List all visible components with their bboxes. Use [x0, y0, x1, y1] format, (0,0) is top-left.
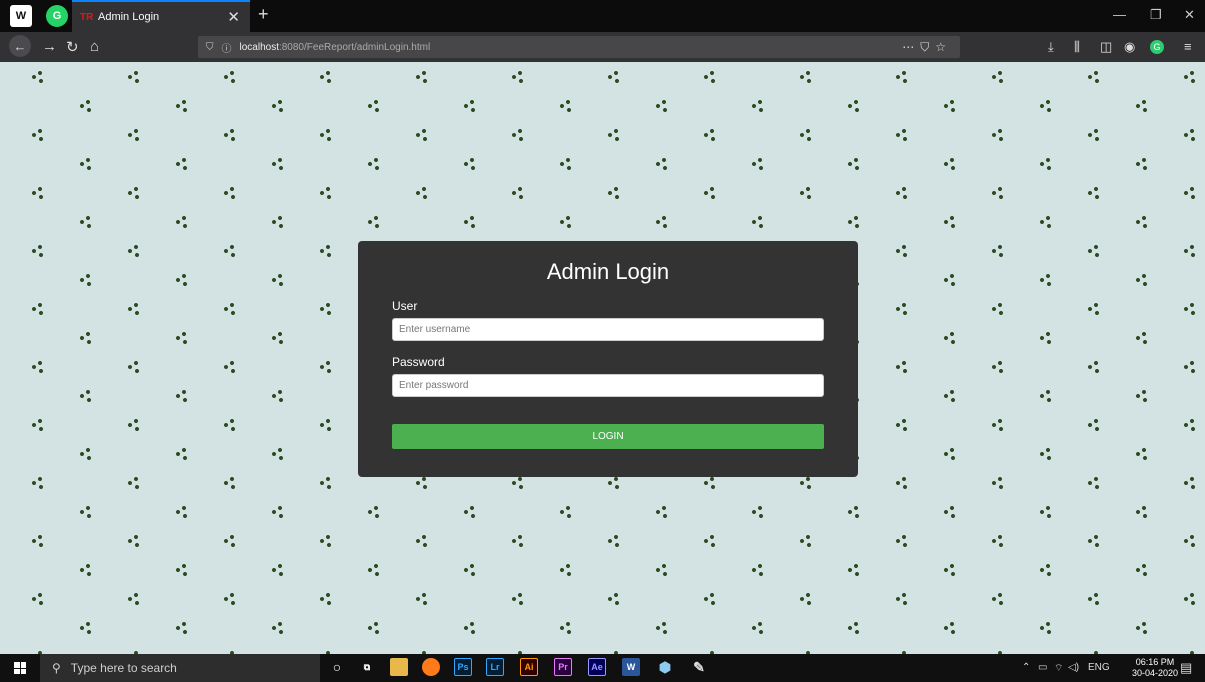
page-background: Admin Login User Password LOGIN	[0, 62, 1205, 654]
windows-start-icon[interactable]	[14, 662, 26, 674]
search-placeholder: Type here to search	[70, 661, 177, 675]
url-path: :8080/FeeReport/adminLogin.html	[278, 41, 431, 53]
system-clock[interactable]: 06:16 PM 30-04-2020	[1132, 657, 1178, 679]
word-icon[interactable]: W	[622, 658, 640, 676]
url-bar[interactable]: ⛉ ⓘ localhost :8080/FeeReport/adminLogin…	[198, 36, 960, 58]
extension-icon[interactable]: G	[1150, 40, 1164, 54]
login-card: Admin Login User Password LOGIN	[358, 241, 858, 477]
volume-icon[interactable]: ◁)	[1068, 662, 1079, 673]
reload-icon[interactable]: ↻	[66, 38, 79, 56]
login-title: Admin Login	[546, 259, 670, 284]
lightroom-icon[interactable]: Lr	[486, 658, 504, 676]
photoshop-icon[interactable]: Ps	[454, 658, 472, 676]
tab-favicon-icon: TR	[80, 12, 94, 23]
browser-tab-bar: W G TR Admin Login ✕ + — ❐ ✕	[0, 0, 1205, 32]
username-input[interactable]	[392, 318, 824, 341]
file-explorer-icon[interactable]	[390, 658, 408, 676]
close-window-icon[interactable]: ✕	[1184, 7, 1195, 23]
search-icon: ⚲	[52, 661, 61, 675]
close-tab-icon[interactable]: ✕	[227, 8, 240, 26]
shield-icon[interactable]: ⛉	[206, 42, 214, 53]
page-actions-icon[interactable]: ⋯⛉☆	[902, 40, 952, 55]
back-icon[interactable]: ←	[9, 35, 31, 57]
password-label: Password	[392, 355, 445, 369]
premiere-icon[interactable]: Pr	[554, 658, 572, 676]
clock-date: 30-04-2020	[1132, 668, 1179, 678]
user-label: User	[392, 299, 418, 313]
login-button[interactable]: LOGIN	[392, 424, 824, 449]
menu-icon[interactable]: ≡	[1184, 39, 1192, 54]
taskbar: ⚲ Type here to search ○ ⧉ Ps Lr Ai Pr Ae…	[0, 654, 1205, 682]
show-hidden-icon[interactable]: ⌃	[1022, 662, 1030, 673]
restore-icon[interactable]: ❐	[1150, 7, 1162, 23]
task-view-icon[interactable]: ⧉	[358, 658, 376, 676]
wifi-icon[interactable]: ⌔	[1054, 662, 1063, 675]
tab-admin-login[interactable]: TR Admin Login ✕	[72, 0, 250, 32]
account-icon[interactable]: ◉	[1124, 39, 1135, 55]
new-tab-icon[interactable]: +	[258, 4, 269, 25]
tab-title: Admin Login	[98, 11, 160, 23]
firefox-icon[interactable]	[422, 658, 440, 676]
info-icon[interactable]: ⓘ	[222, 40, 232, 55]
taskbar-search[interactable]: ⚲ Type here to search	[40, 654, 320, 682]
minimize-icon[interactable]: —	[1113, 7, 1126, 22]
browser-nav-bar: ← → ↻ ⌂ ⛉ ⓘ localhost :8080/FeeReport/ad…	[0, 32, 1205, 62]
library-icon[interactable]: ⫼	[1074, 39, 1080, 55]
paint-icon[interactable]: ✎	[690, 658, 708, 676]
url-host: localhost	[239, 41, 279, 53]
language-indicator[interactable]: ENG	[1088, 662, 1110, 673]
after-effects-icon[interactable]: Ae	[588, 658, 606, 676]
pinned-tab-w-icon[interactable]: W	[10, 5, 32, 27]
sidebar-icon[interactable]: ◫	[1100, 39, 1112, 55]
illustrator-icon[interactable]: Ai	[520, 658, 538, 676]
cortana-icon[interactable]: ○	[328, 658, 346, 676]
password-input[interactable]	[392, 374, 824, 397]
3d-box-icon[interactable]: ⬢	[656, 658, 674, 676]
battery-icon[interactable]: ▭	[1038, 662, 1047, 673]
pinned-tab-g-icon[interactable]: G	[46, 5, 68, 27]
forward-icon[interactable]: →	[42, 38, 57, 55]
home-icon[interactable]: ⌂	[90, 38, 99, 55]
clock-time: 06:16 PM	[1135, 657, 1175, 667]
notifications-icon[interactable]: ▤	[1180, 660, 1192, 676]
downloads-icon[interactable]: ⤓	[1048, 39, 1054, 55]
